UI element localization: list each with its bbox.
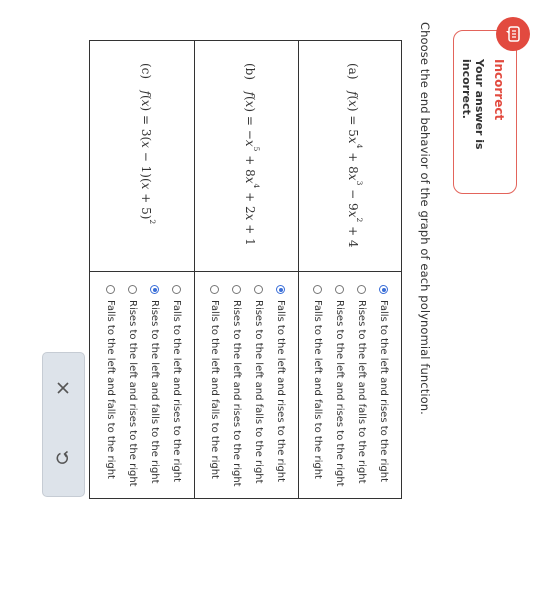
table-row: (a) f(x) = 5x4 + 8x3 − 9x2 + 4 Falls to … [298,41,401,498]
table-row: (b) f(x) = −x5 + 8x4 + 2x + 1 Falls to t… [194,41,298,498]
radio-button[interactable] [254,285,264,294]
option-label: Rises to the left and falls to the right [149,300,161,484]
answer-table: (a) f(x) = 5x4 + 8x3 − 9x2 + 4 Falls to … [89,40,402,499]
radio-button[interactable] [357,285,367,294]
option-group-a: Falls to the left and rises to the right… [307,285,395,487]
option-a-1[interactable]: Rises to the left and falls to the right [351,285,373,487]
table-row: (c) f(x) = 3(x − 1)(x + 5)2 Falls to the… [90,41,194,498]
radio-button[interactable] [313,285,323,294]
undo-icon[interactable] [49,443,77,473]
option-a-2[interactable]: Rises to the left and rises to the right [329,285,351,487]
close-icon[interactable] [49,373,77,403]
option-a-0[interactable]: Falls to the left and rises to the right [373,285,395,487]
feedback-box: Incorrect Your answer is incorrect. [453,17,530,194]
radio-button[interactable] [106,285,116,294]
option-b-1[interactable]: Rises to the left and falls to the right [248,285,270,487]
option-label: Falls to the left and falls to the right [312,300,324,479]
option-label: Falls to the left and rises to the right [275,300,287,483]
radio-button[interactable] [232,285,242,294]
option-label: Rises to the left and rises to the right [127,300,139,487]
answer-toolbar [42,352,85,497]
option-group-c: Falls to the left and rises to the right… [100,285,188,487]
option-a-3[interactable]: Falls to the left and falls to the right [307,285,329,487]
option-c-2[interactable]: Rises to the left and rises to the right [122,285,144,487]
part-label: (c) [139,63,153,80]
function-c: (c) f(x) = 3(x − 1)(x + 5)2 [139,63,157,225]
option-b-2[interactable]: Rises to the left and rises to the right [226,285,248,487]
option-label: Falls to the left and rises to the right [171,300,183,483]
radio-button[interactable] [276,285,286,294]
page-frame: Incorrect Your answer is incorrect. Choo… [0,0,547,602]
option-label: Falls to the left and rises to the right [378,300,390,483]
speech-bubble-icon [496,17,530,51]
option-label: Rises to the left and falls to the right [356,300,368,484]
option-label: Rises to the left and falls to the right [253,300,265,484]
option-c-0[interactable]: Falls to the left and rises to the right [166,285,188,487]
function-a: (a) f(x) = 5x4 + 8x3 − 9x2 + 4 [346,63,364,248]
part-label: (b) [243,63,257,81]
option-label: Falls to the left and falls to the right [105,300,117,479]
option-label: Rises to the left and rises to the right [231,300,243,487]
radio-button[interactable] [172,285,182,294]
radio-button[interactable] [150,285,160,294]
option-label: Rises to the left and rises to the right [334,300,346,487]
option-label: Falls to the left and falls to the right [209,300,221,479]
function-b: (b) f(x) = −x5 + 8x4 + 2x + 1 [243,63,261,246]
question-prompt: Choose the end behavior of the graph of … [418,22,432,415]
option-b-0[interactable]: Falls to the left and rises to the right [270,285,292,487]
radio-button[interactable] [128,285,138,294]
feedback-title: Incorrect [492,59,506,121]
radio-button[interactable] [379,285,389,294]
radio-button[interactable] [335,285,345,294]
option-c-1[interactable]: Rises to the left and falls to the right [144,285,166,487]
feedback-message: Your answer is incorrect. [460,59,486,150]
option-c-3[interactable]: Falls to the left and falls to the right [100,285,122,487]
option-group-b: Falls to the left and rises to the right… [204,285,292,487]
part-label: (a) [346,63,360,80]
radio-button[interactable] [210,285,220,294]
option-b-3[interactable]: Falls to the left and falls to the right [204,285,226,487]
